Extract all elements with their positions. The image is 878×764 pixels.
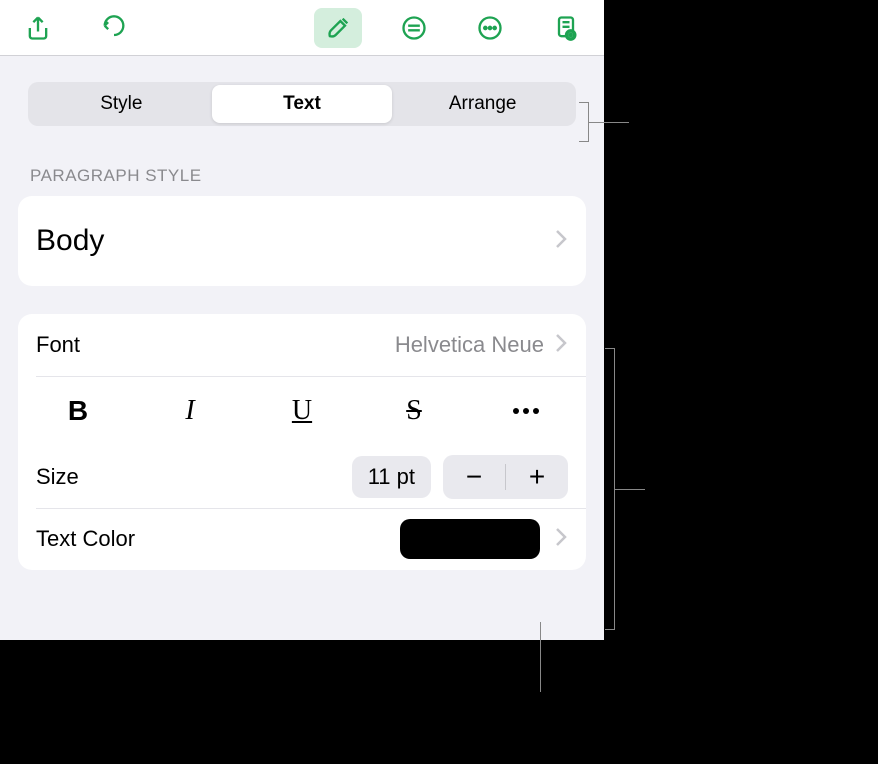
font-value: Helvetica Neue	[395, 332, 544, 358]
chevron-right-icon	[554, 332, 568, 359]
italic-button[interactable]: I	[134, 395, 246, 427]
text-color-label: Text Color	[36, 526, 135, 552]
font-row[interactable]: Font Helvetica Neue	[18, 314, 586, 376]
insert-icon	[400, 14, 428, 42]
text-attributes-card: Font Helvetica Neue B I U S Size 11 pt	[18, 314, 586, 570]
format-panel: Style Text Arrange Paragraph Style Body …	[0, 0, 604, 640]
text-color-row[interactable]: Text Color	[18, 508, 586, 570]
format-tabs: Style Text Arrange	[28, 82, 576, 126]
paintbrush-icon	[324, 14, 352, 42]
format-button[interactable]	[314, 8, 362, 48]
more-icon	[476, 14, 504, 42]
style-buttons-row: B I U S	[18, 376, 586, 446]
callout-line	[615, 489, 645, 490]
callout-bracket	[579, 102, 589, 142]
chevron-right-icon	[554, 228, 568, 255]
size-row: Size 11 pt − +	[18, 446, 586, 508]
callout-line	[540, 622, 541, 692]
size-value[interactable]: 11 pt	[352, 456, 431, 498]
size-label: Size	[36, 464, 79, 490]
paragraph-style-row[interactable]: Body	[18, 196, 586, 286]
text-more-button[interactable]	[470, 408, 582, 414]
share-icon	[24, 14, 52, 42]
top-toolbar	[0, 0, 604, 56]
font-label: Font	[36, 332, 80, 358]
callout-line	[589, 122, 629, 123]
text-color-swatch[interactable]	[400, 519, 540, 559]
strikethrough-button[interactable]: S	[358, 395, 470, 427]
paragraph-style-card: Body	[18, 196, 586, 286]
bold-button[interactable]: B	[22, 395, 134, 427]
size-decrease-button[interactable]: −	[443, 461, 505, 493]
size-increase-button[interactable]: +	[506, 461, 568, 493]
tab-style[interactable]: Style	[31, 85, 212, 123]
document-settings-button[interactable]	[542, 8, 590, 48]
ellipsis-icon	[513, 408, 539, 414]
share-button[interactable]	[14, 8, 62, 48]
undo-icon	[100, 14, 128, 42]
chevron-right-icon	[554, 526, 568, 553]
insert-button[interactable]	[390, 8, 438, 48]
more-button[interactable]	[466, 8, 514, 48]
size-stepper: − +	[443, 455, 568, 499]
underline-button[interactable]: U	[246, 395, 358, 427]
callout-bracket	[605, 348, 615, 630]
undo-button[interactable]	[90, 8, 138, 48]
paragraph-style-value: Body	[36, 224, 104, 258]
paragraph-style-header: Paragraph Style	[18, 144, 586, 196]
tab-text[interactable]: Text	[212, 85, 393, 123]
tab-arrange[interactable]: Arrange	[392, 85, 573, 123]
document-icon	[552, 14, 580, 42]
